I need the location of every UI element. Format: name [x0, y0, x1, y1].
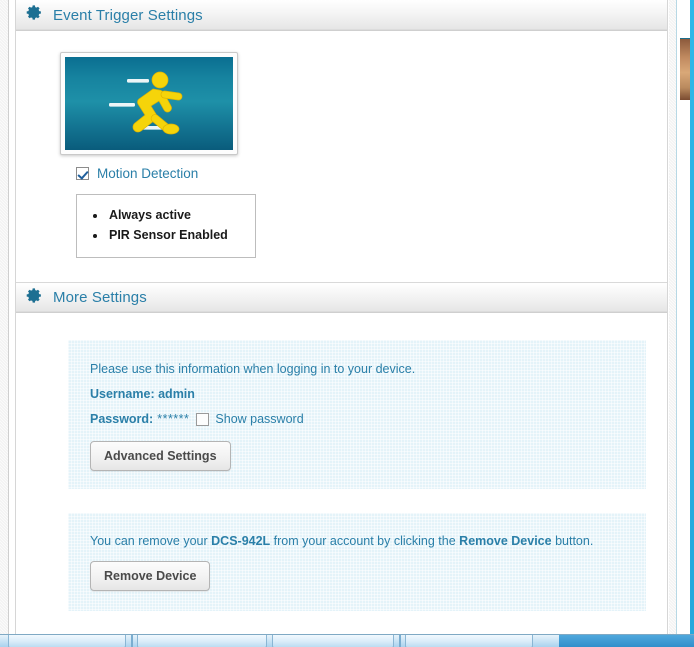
remove-text-after: button.	[551, 534, 594, 548]
taskbar-button[interactable]	[405, 635, 533, 647]
section-title: More Settings	[53, 289, 147, 306]
motion-detection-checkbox[interactable]	[76, 167, 89, 180]
motion-detection-checkbox-row[interactable]: Motion Detection	[76, 166, 667, 181]
remove-device-button[interactable]: Remove Device	[90, 561, 211, 591]
gear-icon	[26, 4, 43, 26]
password-label: Password:	[90, 412, 154, 426]
background-window-thumbnail	[680, 38, 690, 100]
username-label: Username:	[90, 387, 155, 401]
taskbar[interactable]	[0, 634, 694, 647]
screen-root: Event Trigger Settings Motion Detection …	[0, 0, 694, 647]
remove-device-description: You can remove your DCS-942L from your a…	[90, 532, 646, 550]
thumbnail-image	[65, 57, 233, 150]
login-info-panel: Please use this information when logging…	[68, 340, 646, 489]
remove-text-before: You can remove your	[90, 534, 212, 548]
taskbar-button[interactable]	[272, 635, 394, 647]
taskbar-button[interactable]	[8, 635, 126, 647]
motion-detection-label: Motion Detection	[97, 166, 199, 181]
show-password-label[interactable]: Show password	[215, 407, 303, 432]
login-intro-text: Please use this information when logging…	[90, 362, 416, 376]
taskbar-system-tray[interactable]	[559, 635, 694, 647]
taskbar-divider	[131, 635, 133, 647]
username-value: admin	[158, 387, 195, 401]
taskbar-divider	[399, 635, 401, 647]
trigger-status-box: Always active PIR Sensor Enabled	[76, 194, 256, 258]
section-body-more-settings: Please use this information when logging…	[16, 313, 667, 647]
section-title: Event Trigger Settings	[53, 6, 203, 24]
gutter-divider-line	[8, 0, 9, 647]
remove-device-inline-name: Remove Device	[459, 534, 552, 548]
background-window-edge	[690, 0, 694, 634]
show-password-checkbox[interactable]	[196, 413, 210, 426]
settings-page: Event Trigger Settings Motion Detection …	[15, 0, 668, 647]
remove-text-middle: from your account by clicking the	[270, 534, 460, 548]
advanced-settings-button[interactable]: Advanced Settings	[90, 441, 231, 471]
password-masked-value: ******	[157, 412, 190, 426]
section-body-event-trigger: Motion Detection Always active PIR Senso…	[16, 52, 667, 282]
remove-device-panel: You can remove your DCS-942L from your a…	[68, 513, 646, 611]
trigger-status-list: Always active PIR Sensor Enabled	[77, 205, 255, 245]
taskbar-button[interactable]	[137, 635, 267, 647]
list-item: Always active	[107, 205, 255, 225]
running-man-icon	[109, 71, 183, 134]
section-header-event-trigger: Event Trigger Settings	[16, 0, 667, 31]
list-item: PIR Sensor Enabled	[107, 225, 255, 245]
section-header-more-settings: More Settings	[16, 282, 667, 313]
username-line: Username: admin	[90, 382, 646, 407]
background-window-sliver[interactable]	[676, 0, 694, 634]
device-model: DCS-942L	[211, 534, 271, 548]
gear-icon	[26, 287, 43, 309]
motion-detection-thumbnail[interactable]	[60, 52, 238, 155]
password-row: Password: ****** Show password	[90, 407, 646, 432]
left-gutter	[0, 0, 8, 647]
